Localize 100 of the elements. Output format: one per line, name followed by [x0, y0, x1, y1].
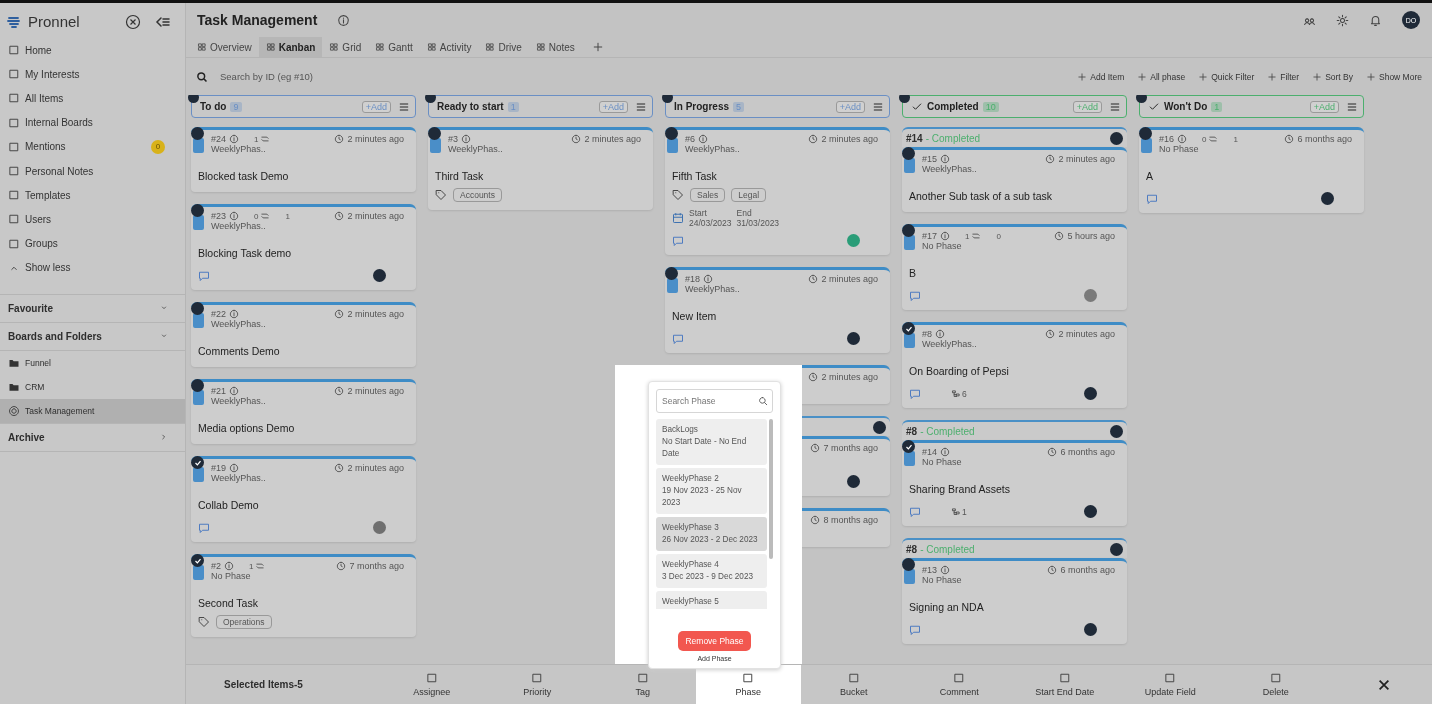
- bulk-action-button[interactable]: Tag: [590, 665, 696, 704]
- column-title: To do: [200, 101, 227, 112]
- nav-item[interactable]: Groups: [0, 231, 185, 256]
- phase-label: No Phase: [922, 241, 963, 251]
- tab[interactable]: Overview: [190, 37, 259, 57]
- select-dot[interactable]: [1136, 95, 1147, 103]
- nav-item[interactable]: Internal Boards: [0, 110, 185, 135]
- phase-option[interactable]: WeeklyPhase 5: [656, 591, 767, 609]
- select-checkbox[interactable]: [902, 147, 915, 160]
- select-checkbox[interactable]: [902, 224, 915, 237]
- nav-item[interactable]: Users: [0, 207, 185, 232]
- tab[interactable]: Gantt: [368, 37, 420, 57]
- bulk-action-button[interactable]: Start End Date: [1012, 665, 1118, 704]
- nav-item[interactable]: Mentions 0: [0, 134, 185, 159]
- search-field[interactable]: Search by ID (eg #10): [218, 70, 402, 83]
- select-checkbox[interactable]: [1139, 127, 1152, 140]
- tab[interactable]: Grid: [322, 37, 369, 57]
- app-icon: [904, 569, 915, 584]
- tab[interactable]: Drive: [478, 37, 529, 57]
- nav-item[interactable]: Templates: [0, 183, 185, 208]
- task-title: Third Task: [434, 169, 485, 184]
- select-dot[interactable]: [188, 95, 199, 103]
- time-label: 2 minutes ago: [1058, 329, 1115, 339]
- bulk-action-button[interactable]: Delete: [1223, 665, 1329, 704]
- task-card[interactable]: #23 0 1 WeeklyPhas.. 2 minutes ago Blocking Task demo: [191, 204, 416, 290]
- select-checkbox[interactable]: [191, 127, 204, 140]
- plus-icon: [591, 41, 604, 53]
- select-dot[interactable]: [899, 95, 910, 103]
- task-card[interactable]: #19 WeeklyPhas.. 2 minutes ago Collab Demo: [191, 456, 416, 542]
- select-checkbox[interactable]: [902, 322, 915, 335]
- tab[interactable]: Activity: [419, 37, 479, 57]
- item-id: #21: [211, 386, 227, 396]
- task-card[interactable]: #13 No Phase 6 months ago Signing an NDA: [902, 558, 1127, 644]
- item-id: #19: [211, 463, 227, 473]
- task-card[interactable]: #18 WeeklyPhas.. 2 minutes ago New Item: [665, 267, 890, 353]
- section-header[interactable]: Favourite: [0, 294, 185, 323]
- bulk-action-button[interactable]: Update Field: [1117, 665, 1223, 704]
- plus-icon: [1077, 71, 1088, 82]
- bulk-action-button[interactable]: Bucket: [801, 665, 907, 704]
- select-dot[interactable]: [425, 95, 436, 103]
- task-card[interactable]: #16 0 1 No Phase 6 months ago A: [1139, 127, 1364, 213]
- nav-item[interactable]: Personal Notes: [0, 158, 185, 184]
- app-icon: [193, 390, 204, 405]
- select-checkbox[interactable]: [665, 127, 678, 140]
- task-card[interactable]: #21 WeeklyPhas.. 2 minutes ago Media options Demo: [191, 379, 416, 444]
- task-card[interactable]: #17 1 0 No Phase 5 hours ago B: [902, 224, 1127, 310]
- tab[interactable]: Notes: [528, 37, 582, 57]
- task-card[interactable]: #15 WeeklyPhas.. 2 minutes ago Another Sub task of a sub task: [902, 147, 1127, 212]
- select-checkbox[interactable]: [191, 379, 204, 392]
- toolbar-button[interactable]: Filter: [1267, 71, 1300, 82]
- task-card[interactable]: #8 WeeklyPhas.. 2 minutes ago On Boarding of Pepsi 6: [902, 322, 1127, 408]
- section-header[interactable]: Boards and Folders: [0, 322, 185, 351]
- board-item[interactable]: Task Management: [0, 398, 185, 423]
- scrollbar[interactable]: [769, 419, 773, 559]
- app-icon: [193, 138, 204, 153]
- toolbar-button[interactable]: All phase: [1137, 71, 1186, 82]
- bulk-action-button[interactable]: Priority: [484, 665, 590, 704]
- phase-option[interactable]: WeeklyPhase 4 3 Dec 2023 - 9 Dec 2023: [656, 554, 767, 588]
- toolbar-button[interactable]: Sort By: [1312, 71, 1353, 82]
- bulk-action-button[interactable]: Phase: [695, 665, 801, 704]
- task-title: New Item: [671, 309, 718, 324]
- tab[interactable]: Kanban: [258, 37, 323, 57]
- task-card[interactable]: #22 WeeklyPhas.. 2 minutes ago Comments Demo: [191, 302, 416, 367]
- select-checkbox[interactable]: [428, 127, 441, 140]
- toolbar-button[interactable]: Add Item: [1077, 71, 1125, 82]
- board-item[interactable]: Funnel: [0, 350, 185, 375]
- task-card[interactable]: #6 WeeklyPhas.. 2 minutes ago Fifth Task Sales Legal Start 24/03/2023 End 31/03/2023: [665, 127, 890, 255]
- toolbar-button[interactable]: Show More: [1366, 71, 1422, 82]
- nav-item[interactable]: My Interests: [0, 62, 185, 87]
- nav-item[interactable]: Home: [0, 38, 185, 63]
- time-label: 2 minutes ago: [347, 309, 404, 319]
- task-title: On Boarding of Pepsi: [908, 364, 1010, 379]
- select-checkbox[interactable]: [665, 267, 678, 280]
- app-icon: [193, 565, 204, 580]
- phase-option[interactable]: BackLogs No Start Date - No End Date: [656, 419, 767, 465]
- task-card[interactable]: #14 No Phase 6 months ago Sharing Brand Assets 1: [902, 440, 1127, 526]
- task-card[interactable]: #3 WeeklyPhas.. 2 minutes ago Third Task Accounts: [428, 127, 653, 210]
- link-count: 1: [254, 134, 259, 144]
- circle-x-icon[interactable]: [125, 13, 141, 30]
- select-checkbox[interactable]: [191, 554, 204, 567]
- select-checkbox[interactable]: [902, 440, 915, 453]
- settings-icon: [1336, 13, 1349, 27]
- board-item[interactable]: CRM: [0, 374, 185, 399]
- archive-item[interactable]: Archive: [0, 422, 185, 452]
- task-card[interactable]: #24 1 WeeklyPhas.. 2 minutes ago Blocked task Demo: [191, 127, 416, 192]
- toolbar-button[interactable]: Quick Filter: [1198, 71, 1255, 82]
- phase-search-field[interactable]: Search Phase: [656, 389, 773, 413]
- nav-item[interactable]: All Items: [0, 86, 185, 111]
- select-checkbox[interactable]: [902, 558, 915, 571]
- select-checkbox[interactable]: [191, 302, 204, 315]
- bulk-action-button[interactable]: Comment: [906, 665, 1012, 704]
- phase-option[interactable]: WeeklyPhase 3 26 Nov 2023 - 2 Dec 2023: [656, 517, 767, 551]
- task-card[interactable]: #2 1 No Phase 7 months ago Second Task Operations: [191, 554, 416, 637]
- select-checkbox[interactable]: [191, 456, 204, 469]
- close-icon[interactable]: [1376, 677, 1391, 692]
- select-dot[interactable]: [662, 95, 673, 103]
- show-less-link[interactable]: Show less: [0, 255, 185, 280]
- select-checkbox[interactable]: [191, 204, 204, 217]
- bulk-action-button[interactable]: Assignee: [379, 665, 485, 704]
- phase-option[interactable]: WeeklyPhase 2 19 Nov 2023 - 25 Nov 2023: [656, 468, 767, 514]
